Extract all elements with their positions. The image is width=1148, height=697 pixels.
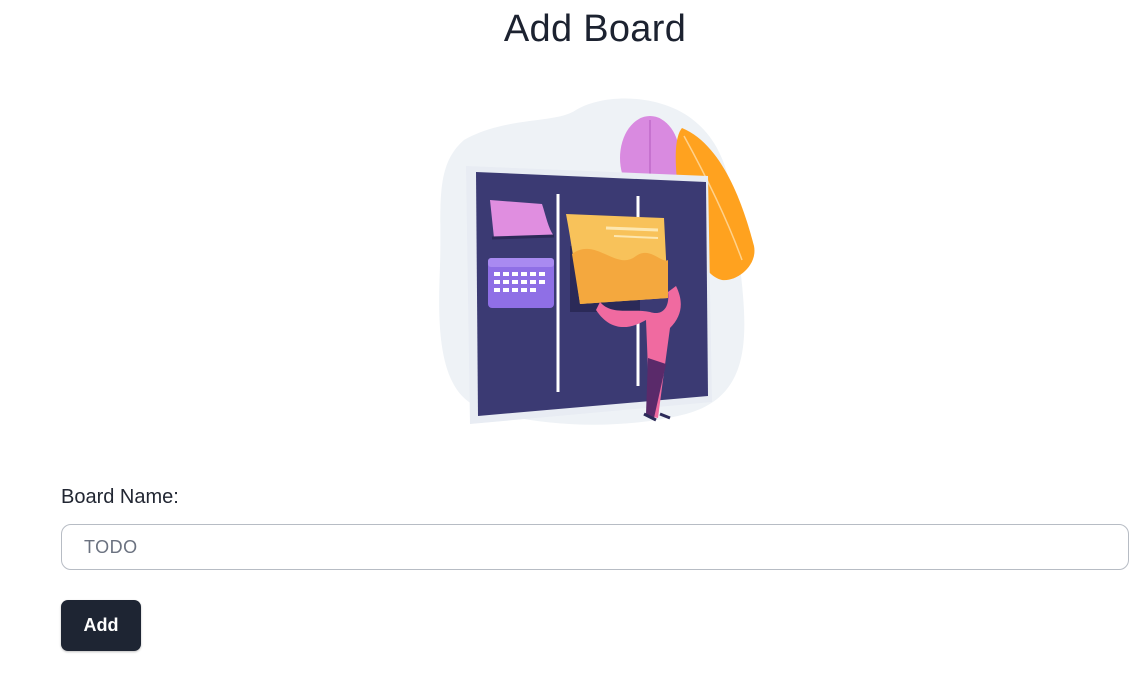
add-board-form: Board Name: Add <box>61 484 1129 651</box>
kanban-board-illustration <box>439 98 755 425</box>
page-title: Add Board <box>503 8 687 50</box>
add-board-page: Add Board Board Name: TODO Add <box>0 0 1148 697</box>
add-button[interactable]: Add <box>61 600 141 651</box>
board-name-label: Board Name: <box>61 486 179 508</box>
board-name-input[interactable] <box>61 524 1129 570</box>
